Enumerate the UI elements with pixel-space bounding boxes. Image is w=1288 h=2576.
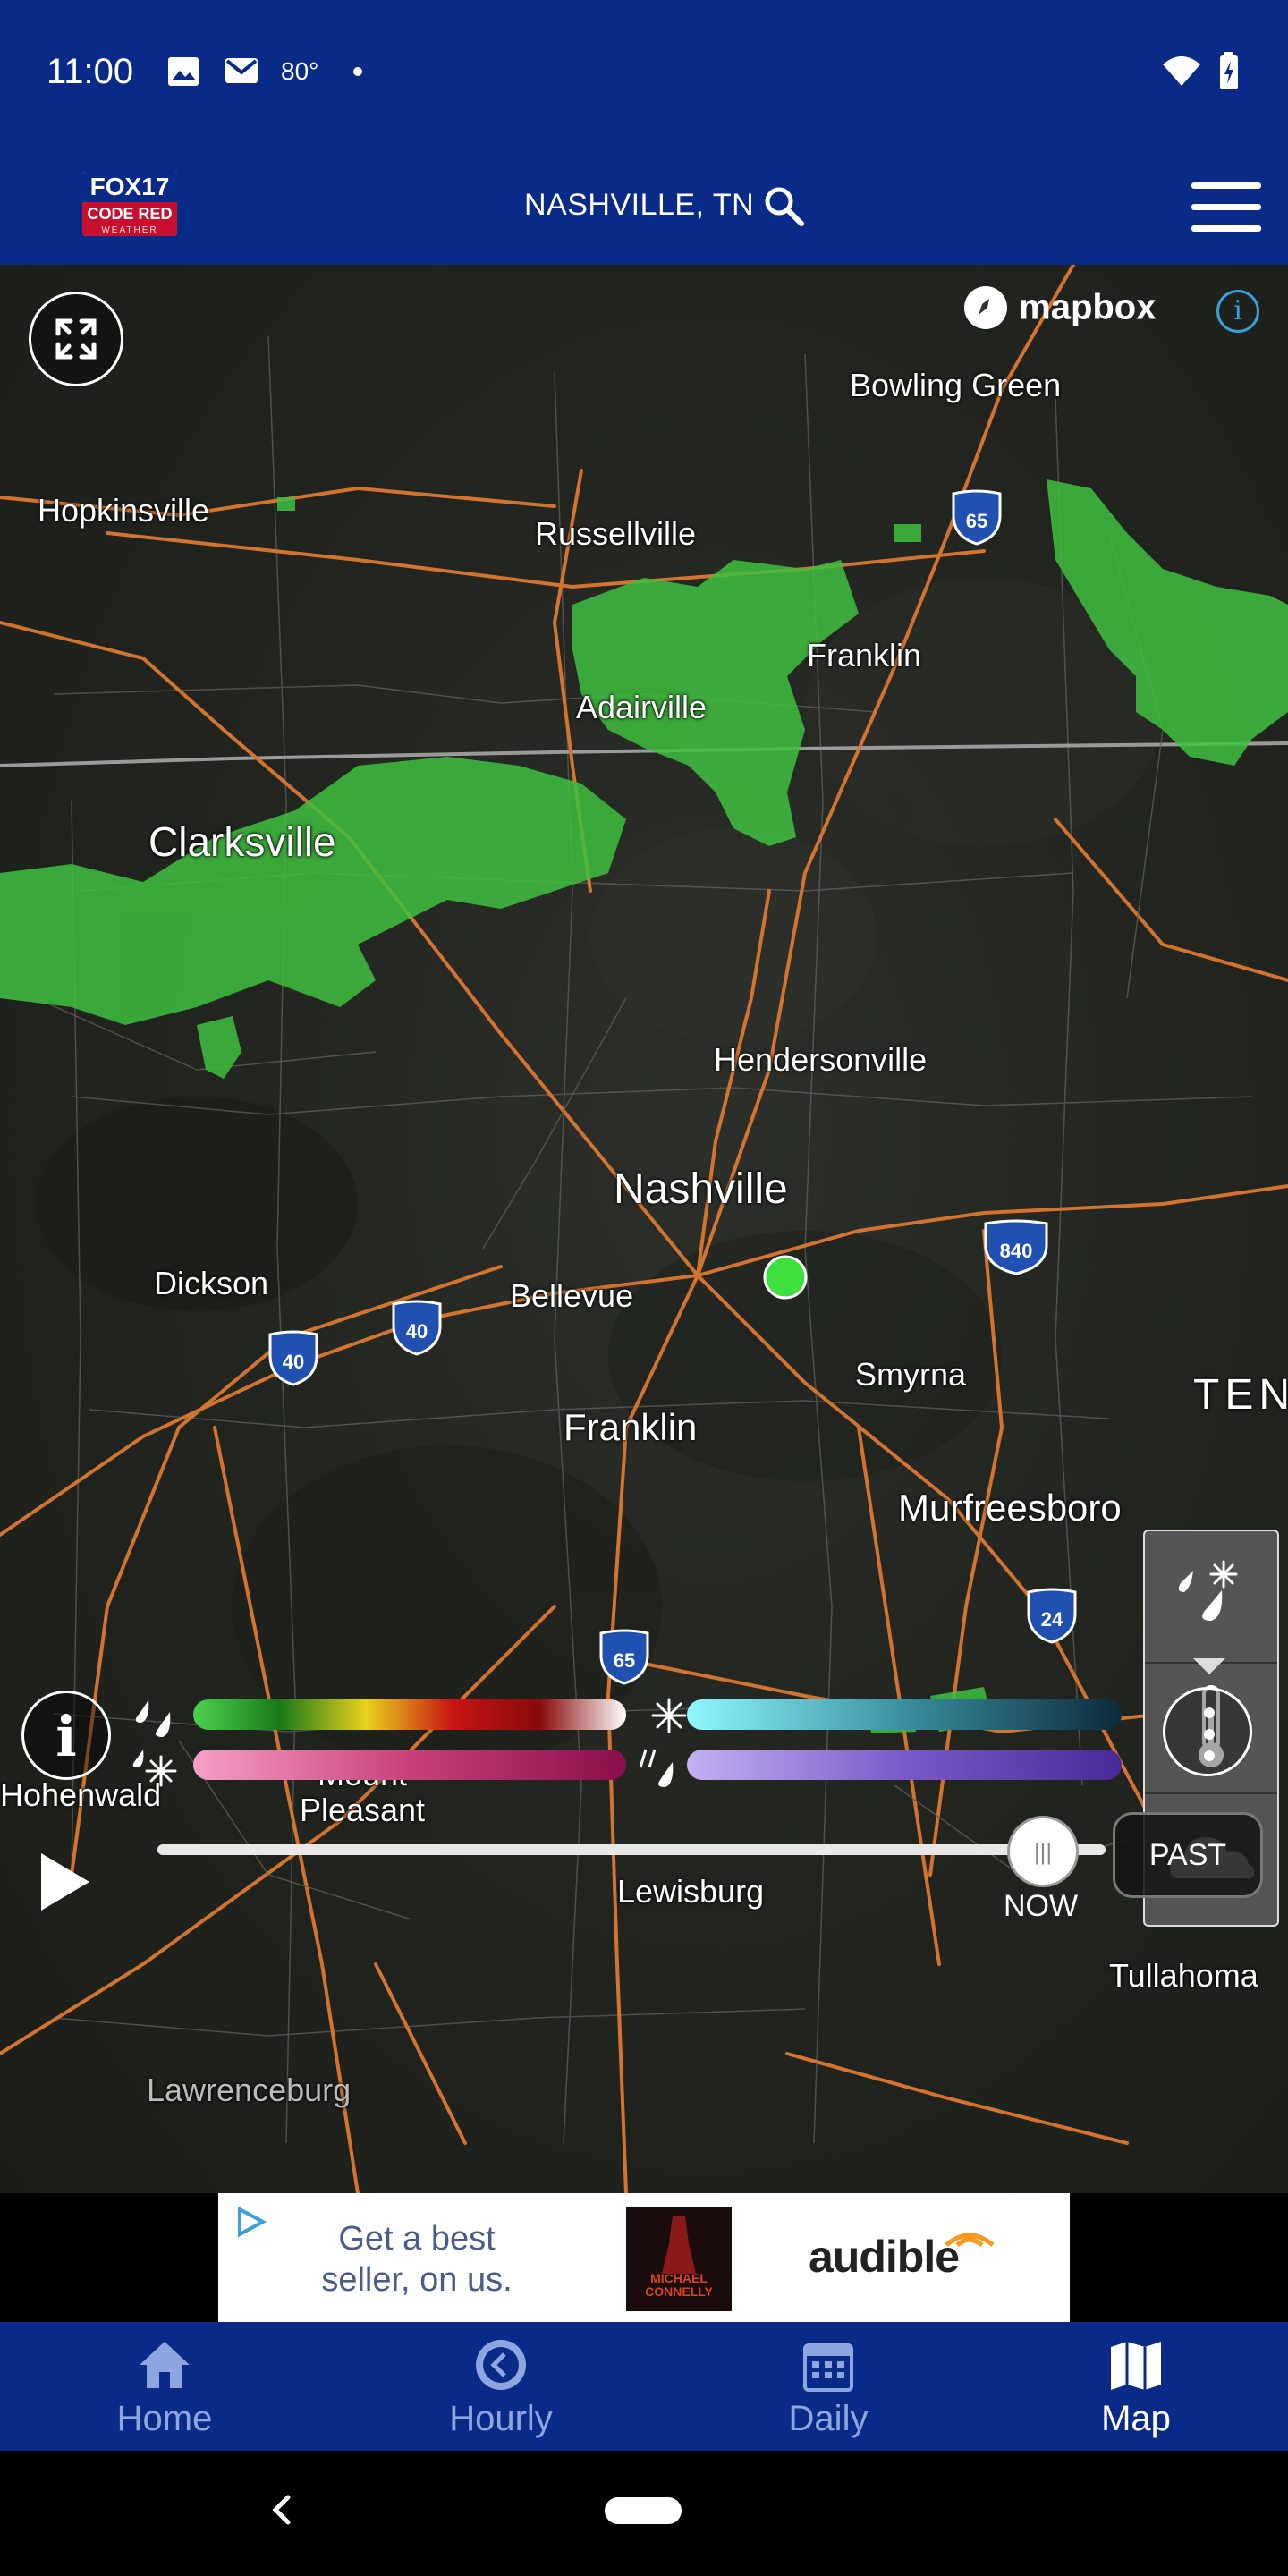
back-icon[interactable]	[265, 2492, 301, 2528]
city-label-adairville: Adairville	[576, 689, 708, 725]
interstate-shield-40-west: 40	[268, 1330, 318, 1386]
timeline-track[interactable]	[157, 1844, 1106, 1855]
radar-map[interactable]: Bowling Green Hopkinsville Russellville …	[0, 265, 1288, 2193]
city-label-clarksville: Clarksville	[148, 818, 336, 865]
ad-strip: Get a best seller, on us. MICHAEL CONNEL…	[0, 2193, 1288, 2322]
system-navigation-bar	[0, 2451, 1288, 2576]
nav-daily[interactable]: Daily	[735, 2322, 921, 2451]
notification-dot-icon	[353, 67, 362, 76]
svg-text:24: 24	[1041, 1608, 1063, 1631]
map-icon	[1111, 2342, 1161, 2390]
play-icon[interactable]	[41, 1853, 89, 1911]
layer-panel-pointer	[1193, 1658, 1225, 1674]
svg-text:65: 65	[614, 1649, 635, 1672]
nav-map[interactable]: Map	[1043, 2322, 1229, 2451]
timeline-now-label: NOW	[1004, 1889, 1079, 1923]
battery-charging-icon	[1220, 52, 1238, 89]
interstate-shield-840: 840	[984, 1219, 1048, 1275]
ad-brand-logo: audible	[809, 2231, 995, 2283]
city-label-smyrna: Smyrna	[855, 1356, 967, 1393]
city-label-murfreesboro: Murfreesboro	[898, 1487, 1122, 1529]
rain-intensity-scale	[193, 1699, 626, 1730]
home-pill-button[interactable]	[605, 2497, 682, 2524]
city-label-hendersonville: Hendersonville	[714, 1041, 928, 1078]
city-label-franklin-tn: Franklin	[564, 1406, 698, 1448]
rain-icon	[135, 1699, 171, 1737]
expand-icon	[55, 318, 97, 360]
calendar-icon	[803, 2343, 853, 2392]
ad-banner[interactable]: Get a best seller, on us. MICHAEL CONNEL…	[218, 2193, 1070, 2322]
svg-text:65: 65	[966, 510, 987, 532]
city-label-bowling-green: Bowling Green	[850, 367, 1062, 403]
layer-precipitation-button[interactable]	[1145, 1531, 1277, 1664]
interstate-shield-24: 24	[1027, 1588, 1077, 1644]
status-time: 11:00	[47, 52, 134, 91]
book-figure-icon	[662, 2216, 696, 2274]
ad-book-cover: MICHAEL CONNELLY	[626, 2207, 732, 2311]
city-label-bellevue: Bellevue	[510, 1277, 634, 1314]
mix-intensity-scale	[193, 1750, 626, 1780]
city-label-nashville: Nashville	[614, 1165, 788, 1213]
city-label-russellville: Russellville	[535, 515, 697, 552]
interstate-shield-65-south: 65	[599, 1629, 649, 1685]
svg-text:40: 40	[406, 1320, 428, 1343]
ad-choices-icon[interactable]	[233, 2204, 268, 2240]
snow-intensity-scale	[687, 1699, 1122, 1730]
rain-snow-icon	[1178, 1560, 1238, 1621]
timeline-slider-handle[interactable]: |||	[1007, 1816, 1079, 1887]
city-label-dickson: Dickson	[154, 1265, 269, 1301]
interstate-shield-65-north: 65	[952, 489, 1002, 546]
city-label-hopkinsville: Hopkinsville	[38, 492, 210, 529]
sleet-icon	[639, 1749, 674, 1787]
ad-text: Get a best seller, on us.	[321, 2220, 513, 2299]
state-label-tennessee: TEN	[1193, 1371, 1288, 1419]
hamburger-menu-icon[interactable]	[1191, 182, 1261, 233]
city-label-lawrenceburg: Lawrenceburg	[147, 2072, 352, 2108]
status-temperature: 80°	[281, 57, 319, 85]
nav-home[interactable]: Home	[72, 2322, 258, 2451]
mapbox-logo-icon	[964, 286, 1007, 329]
location-label[interactable]: NASHVILLE, TN	[524, 188, 754, 223]
svg-text:40: 40	[283, 1351, 304, 1373]
more-options-button[interactable]	[1163, 1687, 1252, 1776]
interstate-shield-40-east: 40	[392, 1300, 442, 1356]
svg-text:840: 840	[1000, 1240, 1033, 1262]
city-label-lewisburg: Lewisburg	[617, 1873, 765, 1910]
home-icon	[140, 2342, 190, 2388]
fox17-logo[interactable]: FOX17 CODE RED WEATHER	[82, 172, 177, 236]
nav-hourly[interactable]: Hourly	[408, 2322, 594, 2451]
legend-info-button[interactable]: i	[21, 1690, 111, 1780]
fullscreen-button[interactable]	[29, 292, 123, 386]
status-bar: 11:00 80°	[0, 0, 1288, 143]
bottom-navigation: Home Hourly Daily Map	[0, 2322, 1288, 2451]
image-icon	[168, 57, 199, 86]
audible-waves-icon	[945, 2233, 995, 2247]
gmail-icon	[225, 58, 258, 83]
app-header: FOX17 CODE RED WEATHER NASHVILLE, TN	[0, 143, 1288, 265]
city-label-tullahoma: Tullahoma	[1109, 1957, 1258, 1994]
map-info-icon[interactable]: i	[1216, 290, 1259, 333]
past-button[interactable]: PAST	[1113, 1812, 1263, 1898]
clock-icon	[476, 2340, 526, 2390]
city-label-franklin-ky: Franklin	[807, 637, 922, 674]
search-icon[interactable]	[762, 184, 805, 227]
mapbox-attribution[interactable]: mapbox	[962, 284, 1156, 331]
wifi-icon	[1163, 56, 1200, 86]
snow-mix-icon	[132, 1750, 177, 1787]
ice-intensity-scale	[687, 1750, 1122, 1780]
